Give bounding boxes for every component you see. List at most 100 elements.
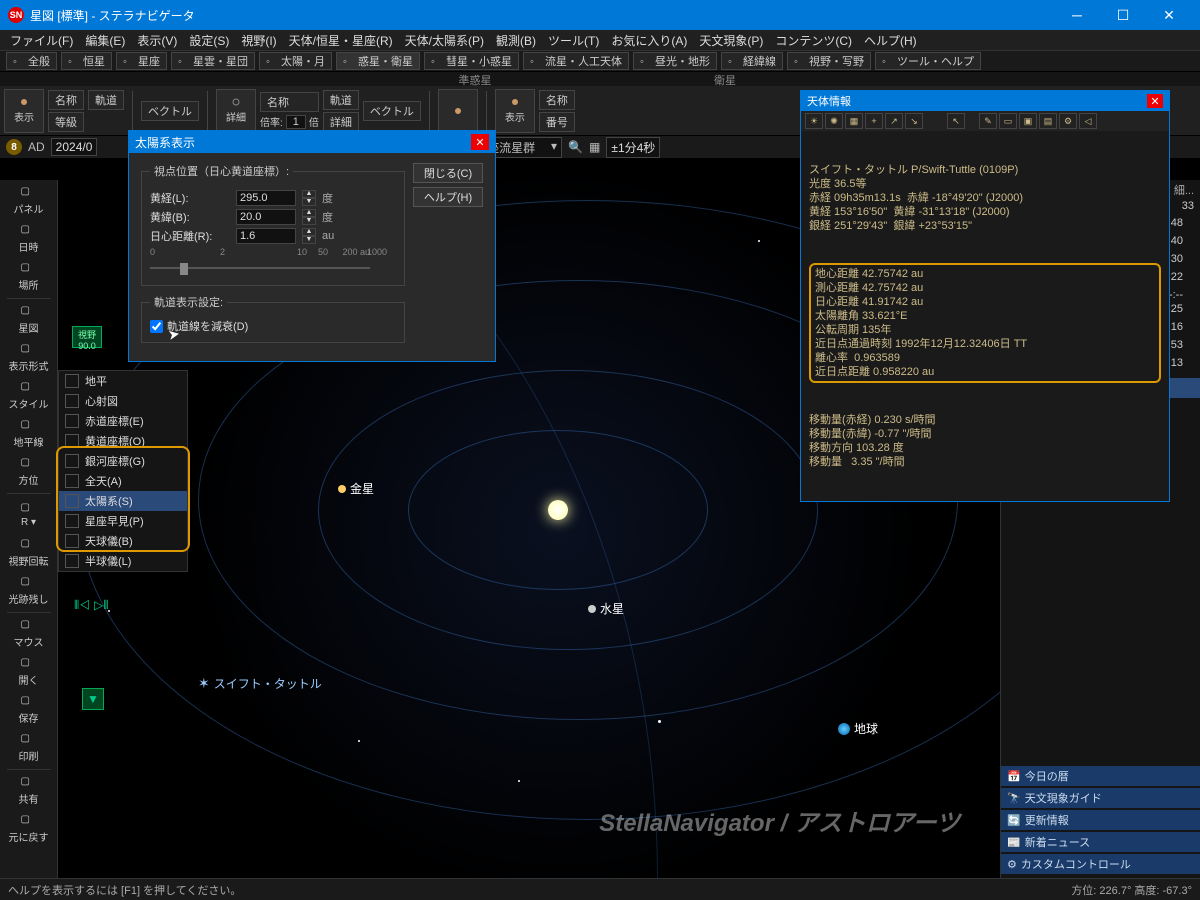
tab-9[interactable]: ◦経緯線 [721,52,783,70]
chart-menu-item-3[interactable]: 黄道座標(O) [59,431,187,451]
handle-left-icon[interactable]: ⦀◁ [74,598,90,613]
left-item-6[interactable]: ▢地平線 [5,417,53,451]
info-tool-5[interactable]: ↗ [885,113,903,129]
right-link-2[interactable]: 🔄更新情報 [1001,810,1200,830]
left-item-7[interactable]: ▢方位 [5,455,53,489]
scale-field[interactable]: 1 [286,115,306,129]
decay-checkbox[interactable]: 軌道線を減衰(D) [150,318,396,334]
menu-item[interactable]: 天文現象(P) [693,30,769,51]
left-item-15[interactable]: ▢共有 [5,774,53,808]
tab-2[interactable]: ◦星座 [116,52,167,70]
right-link-3[interactable]: 📰新着ニュース [1001,832,1200,852]
menu-item[interactable]: ヘルプ(H) [858,30,923,51]
handle-right-icon[interactable]: ▷⦀ [94,598,109,613]
orbit-button-2[interactable]: 軌道 [323,90,359,110]
dialog-close-icon[interactable]: ✕ [471,134,489,150]
menu-item[interactable]: 観測(B) [490,30,542,51]
left-item-13[interactable]: ▢保存 [5,693,53,727]
menu-item[interactable]: 設定(S) [183,30,235,51]
menu-item[interactable]: 編集(E) [79,30,131,51]
left-item-10[interactable]: ▢光跡残し [5,574,53,608]
chart-type-menu[interactable]: 地平心射図赤道座標(E)黄道座標(O)銀河座標(G)全天(A)太陽系(S)星座早… [58,370,188,572]
date-field[interactable]: 2024/0 [51,138,98,156]
chart-menu-item-5[interactable]: 全天(A) [59,471,187,491]
dropdown-icon[interactable]: ▼ [82,688,104,710]
chart-menu-item-8[interactable]: 天球儀(B) [59,531,187,551]
lat-spinner[interactable]: ▲▼ [302,209,316,225]
step-field[interactable]: ±1分4秒 [606,137,660,158]
dist-input[interactable] [236,228,296,244]
lon-spinner[interactable]: ▲▼ [302,190,316,206]
menu-item[interactable]: ツール(T) [542,30,605,51]
info-tool-13[interactable]: ◁ [1079,113,1097,129]
show-button[interactable]: 表示 [4,89,44,133]
menu-item[interactable]: 表示(V) [131,30,183,51]
menu-item[interactable]: 天体/太陽系(P) [399,30,490,51]
maximize-button[interactable]: ☐ [1100,0,1146,30]
left-item-11[interactable]: ▢マウス [5,617,53,651]
toolbar-tabs[interactable]: ◦全般◦恒星◦星座◦星雲・星団◦太陽・月◦惑星・衛星◦彗星・小惑星◦流星・人工天… [0,50,1200,72]
left-item-1[interactable]: ▢日時 [5,222,53,256]
chart-menu-item-1[interactable]: 心射図 [59,391,187,411]
number-button[interactable]: 番号 [539,112,575,132]
menu-item[interactable]: 天体/恒星・星座(R) [283,30,399,51]
info-tool-2[interactable]: ✺ [825,113,843,129]
vector-button[interactable]: ベクトル [141,101,199,121]
menu-item[interactable]: ファイル(F) [4,30,79,51]
left-item-16[interactable]: ▢元に戻す [5,812,53,846]
names-button-2[interactable]: 名称 [260,92,319,112]
dialog-close-button[interactable]: 閉じる(C) [413,163,483,183]
menu-item[interactable]: お気に入り(A) [605,30,693,51]
chart-menu-item-7[interactable]: 星座早見(P) [59,511,187,531]
distance-slider[interactable]: au 0210502001000 [150,247,370,277]
right-link-1[interactable]: 🔭天文現象ガイド [1001,788,1200,808]
detail-section-icon[interactable]: 詳細 [216,89,256,133]
left-item-4[interactable]: ▢表示形式 [5,341,53,375]
era-badge[interactable]: 8 [6,139,22,155]
left-item-3[interactable]: ▢星図 [5,303,53,337]
left-item-9[interactable]: ▢視野回転 [5,536,53,570]
menubar[interactable]: ファイル(F)編集(E)表示(V)設定(S)視野(I)天体/恒星・星座(R)天体… [0,30,1200,50]
info-tool-3[interactable]: ▦ [845,113,863,129]
vector-button-2[interactable]: ベクトル [363,101,421,121]
info-close-icon[interactable]: ✕ [1147,94,1163,108]
tab-4[interactable]: ◦太陽・月 [259,52,332,70]
names-button-3[interactable]: 名称 [539,90,575,110]
info-tool-12[interactable]: ⚙ [1059,113,1077,129]
tab-1[interactable]: ◦恒星 [61,52,112,70]
menu-item[interactable]: コンテンツ(C) [769,30,858,51]
detail-button[interactable]: 詳細 [323,112,359,132]
tab-7[interactable]: ◦流星・人工天体 [523,52,629,70]
tab-10[interactable]: ◦視野・写野 [787,52,871,70]
right-link-4[interactable]: ⚙カスタムコントロール [1001,854,1200,874]
info-tool-11[interactable]: ▤ [1039,113,1057,129]
info-titlebar[interactable]: 天体情報✕ [801,91,1169,111]
chart-menu-item-2[interactable]: 赤道座標(E) [59,411,187,431]
right-link-0[interactable]: 📅今日の暦 [1001,766,1200,786]
left-item-2[interactable]: ▢場所 [5,260,53,294]
tab-0[interactable]: ◦全般 [6,52,57,70]
chart-menu-item-9[interactable]: 半球儀(L) [59,551,187,571]
left-item-0[interactable]: ▢パネル [5,184,53,218]
info-tool-6[interactable]: ↘ [905,113,923,129]
info-tool-4[interactable]: + [865,113,883,129]
info-tool-9[interactable]: ▭ [999,113,1017,129]
grade-button[interactable]: 等級 [48,112,84,132]
left-item-5[interactable]: ▢スタイル [5,379,53,413]
left-item-8[interactable]: ▢R ▾ [5,498,53,532]
tab-6[interactable]: ◦彗星・小惑星 [424,52,519,70]
target-icon[interactable]: ▦ [589,140,600,154]
tab-8[interactable]: ◦昼光・地形 [633,52,717,70]
info-tool-10[interactable]: ▣ [1019,113,1037,129]
left-item-14[interactable]: ▢印刷 [5,731,53,765]
tab-5[interactable]: ◦惑星・衛星 [336,52,420,70]
fov-box[interactable]: 視野 90.0 [72,326,102,348]
lon-input[interactable] [236,190,296,206]
lat-input[interactable] [236,209,296,225]
menu-item[interactable]: 視野(I) [235,30,282,51]
chart-menu-item-4[interactable]: 銀河座標(G) [59,451,187,471]
names-button[interactable]: 名称 [48,90,84,110]
dialog-titlebar[interactable]: 太陽系表示 ✕ [129,131,495,153]
search-icon[interactable]: 🔍 [568,140,583,154]
dist-spinner[interactable]: ▲▼ [302,228,316,244]
